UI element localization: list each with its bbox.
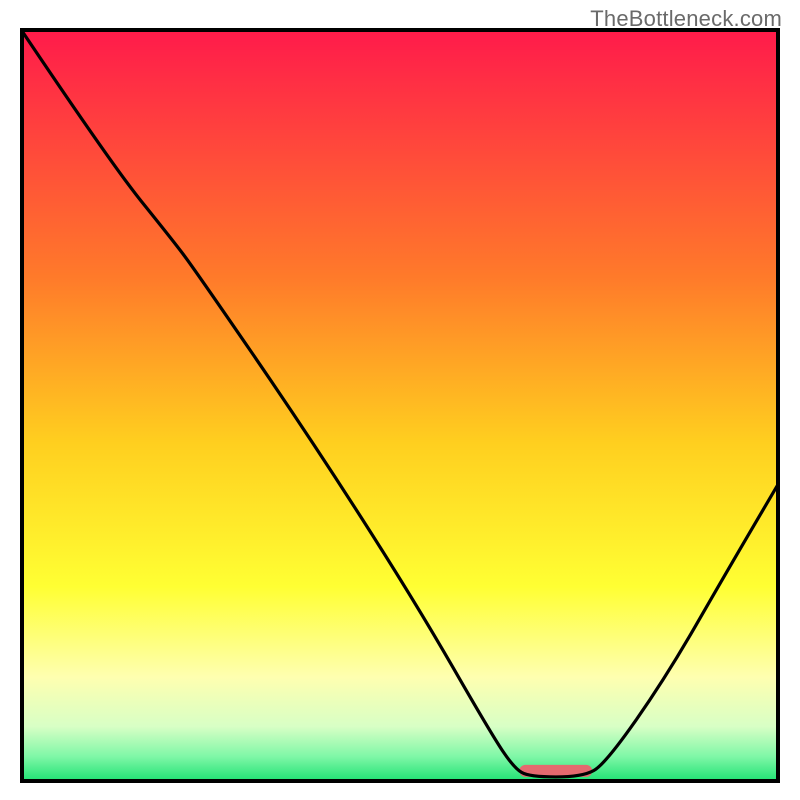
gradient-background — [20, 28, 780, 783]
watermark-text: TheBottleneck.com — [590, 6, 782, 32]
plot-area — [20, 28, 780, 783]
bottleneck-chart — [0, 0, 800, 800]
chart-container: TheBottleneck.com — [0, 0, 800, 800]
